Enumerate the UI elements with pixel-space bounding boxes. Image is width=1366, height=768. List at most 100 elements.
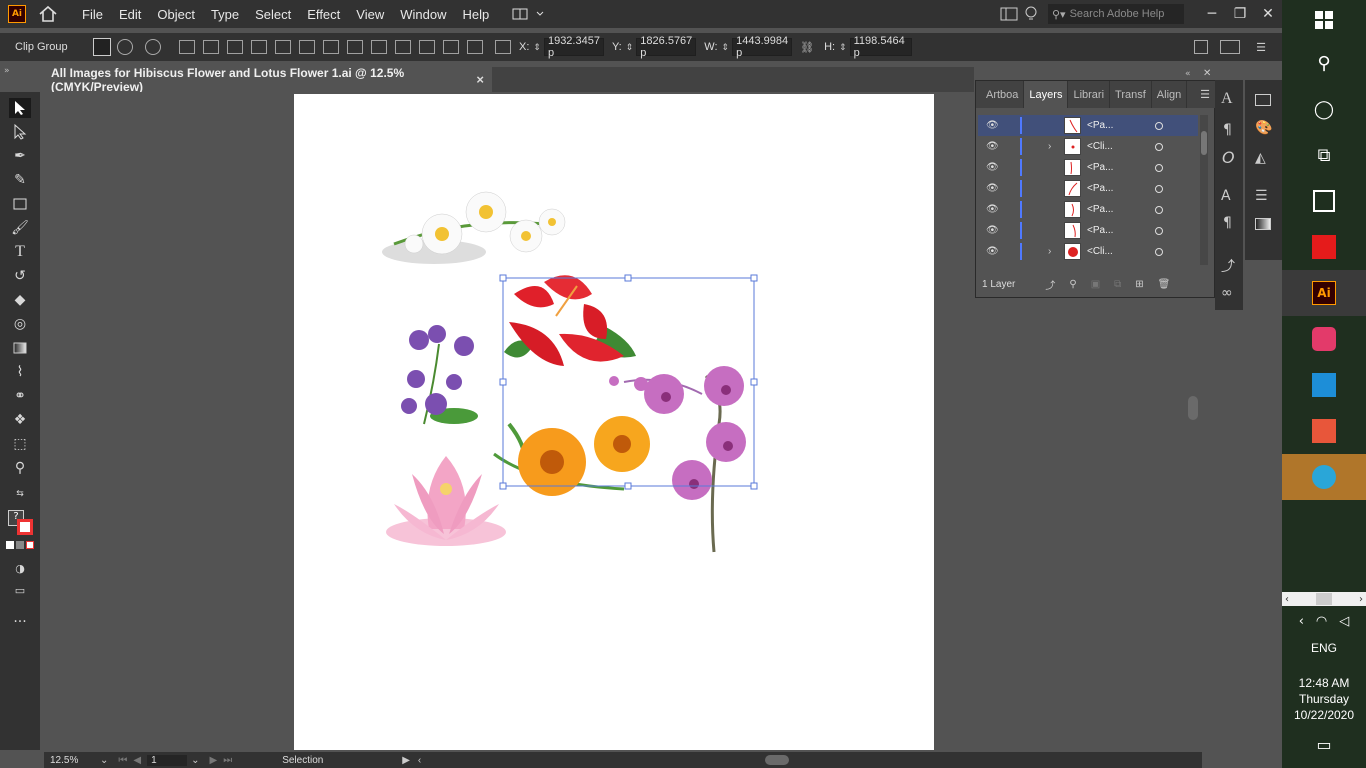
fill-stroke-swatch[interactable]: ? <box>8 510 34 536</box>
video-app-icon[interactable] <box>1282 224 1366 270</box>
close-tab-button[interactable]: × <box>476 72 484 87</box>
horizontal-scrollbar[interactable] <box>431 754 1192 766</box>
next-artboard-icon[interactable]: ▶ <box>209 755 217 766</box>
panel-collapse-icon[interactable]: « <box>1185 69 1191 79</box>
target-circle-icon[interactable] <box>1155 142 1163 151</box>
zoom-dropdown-icon[interactable]: ⌄ <box>100 755 108 766</box>
edit-clip-icon[interactable] <box>93 38 111 56</box>
clipping-mask-icon[interactable]: ▣ <box>1091 279 1100 290</box>
swap-fill-stroke-icon[interactable]: ⇆ <box>9 484 31 504</box>
tab-libraries[interactable]: Librari <box>1068 81 1111 108</box>
distribute-left-icon[interactable] <box>419 40 435 54</box>
symbol-sprayer-tool-icon[interactable]: ❖ <box>9 410 31 430</box>
layers-scrollbar[interactable] <box>1200 115 1208 265</box>
target-circle-icon[interactable] <box>1155 226 1163 235</box>
blend-tool-icon[interactable]: ⚭ <box>9 386 31 406</box>
align-vcenter-icon[interactable] <box>299 40 315 54</box>
expand-chevron-icon[interactable]: › <box>1048 246 1060 257</box>
target-circle-icon[interactable] <box>1155 184 1163 193</box>
delete-layer-icon[interactable]: 🗑 <box>1158 279 1171 290</box>
edit-contents-icon[interactable] <box>117 39 133 55</box>
rotate-tool-icon[interactable]: ↺ <box>9 266 31 286</box>
home-icon[interactable] <box>38 5 58 23</box>
color-mode-buttons[interactable] <box>6 541 34 551</box>
reference-point-icon[interactable] <box>495 40 511 54</box>
warp-tool-icon[interactable]: ◎ <box>9 314 31 334</box>
distribute-right-icon[interactable] <box>467 40 483 54</box>
new-layer-icon[interactable]: ⊞ <box>1135 279 1143 290</box>
selection-tool-icon[interactable] <box>9 98 31 118</box>
x-field[interactable]: 1932.3457 p <box>543 35 604 59</box>
visibility-eye-icon[interactable]: 👁 <box>986 141 1000 152</box>
h-stepper-icon[interactable]: ⇕ <box>839 42 847 53</box>
y-field[interactable]: 1826.5767 p <box>636 35 697 59</box>
target-circle-icon[interactable] <box>1155 247 1163 256</box>
zoom-tool-icon[interactable]: ⚲ <box>9 458 31 478</box>
visibility-eye-icon[interactable]: 👁 <box>986 225 1000 236</box>
pen-tool-icon[interactable]: ✒ <box>9 146 31 166</box>
asset-export-icon[interactable]: ⤴ <box>1221 256 1235 276</box>
stroke-panel-icon[interactable]: ☰ <box>1255 188 1268 204</box>
rectangle-tool-icon[interactable] <box>9 194 31 214</box>
search-icon[interactable]: ⚲ <box>1282 40 1366 86</box>
align-right-icon[interactable] <box>251 40 267 54</box>
more-tools-icon[interactable]: ··· <box>9 612 31 632</box>
x-stepper-icon[interactable]: ⇕ <box>533 42 541 53</box>
layer-row[interactable]: 👁 <Pa... <box>978 199 1198 220</box>
distribute-bottom-icon[interactable] <box>395 40 411 54</box>
last-artboard-icon[interactable]: ⏭ <box>223 755 232 766</box>
visibility-eye-icon[interactable]: 👁 <box>986 183 1000 194</box>
daisy-bouquet-image[interactable] <box>382 191 566 264</box>
align-hcenter-icon[interactable] <box>227 40 243 54</box>
lotus-flower-image[interactable] <box>386 456 506 546</box>
direct-selection-tool-icon[interactable] <box>9 122 31 142</box>
gradient-tool-icon[interactable] <box>9 338 31 358</box>
target-circle-icon[interactable] <box>1155 205 1163 214</box>
control-menu-icon[interactable]: ☰ <box>1256 41 1266 54</box>
volume-icon[interactable]: ◁ <box>1339 614 1349 629</box>
arrange-documents-icon[interactable] <box>1000 7 1024 21</box>
close-window-button[interactable]: ✕ <box>1254 6 1282 22</box>
locate-object-icon[interactable]: ⚲ <box>1069 279 1076 290</box>
hibiscus-flower-image[interactable] <box>504 275 636 366</box>
menu-effect[interactable]: Effect <box>299 7 348 22</box>
menu-object[interactable]: Object <box>149 7 203 22</box>
affinity-designer-icon[interactable] <box>1282 362 1366 408</box>
tab-layers[interactable]: Layers <box>1024 81 1069 108</box>
edge-browser-icon[interactable] <box>1282 454 1366 500</box>
visibility-eye-icon[interactable]: 👁 <box>986 120 1000 131</box>
visibility-eye-icon[interactable]: 👁 <box>986 204 1000 215</box>
scroll-left-icon[interactable]: ‹ <box>418 755 421 766</box>
screen-mode-icon[interactable]: ▭ <box>9 580 31 600</box>
layer-row[interactable]: 👁 <Pa... <box>978 157 1198 178</box>
tab-align[interactable]: Align <box>1152 81 1188 108</box>
type-options-icon[interactable]: A <box>1221 188 1231 204</box>
menu-type[interactable]: Type <box>203 7 247 22</box>
menu-help[interactable]: Help <box>454 7 497 22</box>
artwork[interactable] <box>294 94 934 750</box>
eyedropper-tool-icon[interactable]: ⌇ <box>9 362 31 382</box>
paragraph-styles-icon[interactable]: ¶ <box>1223 215 1232 231</box>
windows-start-icon[interactable] <box>1282 0 1366 40</box>
search-help-field[interactable]: ⚲▾ Search Adobe Help <box>1048 4 1184 24</box>
snipping-tool-icon[interactable] <box>1282 178 1366 224</box>
gradient-panel-icon[interactable] <box>1255 218 1271 230</box>
color-panel-icon[interactable]: 🎨 <box>1255 120 1272 136</box>
align-left-icon[interactable] <box>203 40 219 54</box>
tray-scroll-left-icon[interactable]: ‹ <box>1285 594 1289 605</box>
document-tab[interactable]: All Images for Hibiscus Flower and Lotus… <box>44 66 492 94</box>
appearance-panel-icon[interactable]: ◭ <box>1255 150 1266 166</box>
notifications-icon[interactable]: ▭ <box>1316 735 1331 754</box>
layer-row[interactable]: 👁 › <Cli... <box>978 136 1198 157</box>
restore-button[interactable]: ❐ <box>1226 6 1254 22</box>
creative-cloud-icon[interactable] <box>1282 316 1366 362</box>
panel-close-icon[interactable]: ✕ <box>1203 68 1211 79</box>
status-menu-arrow-icon[interactable]: ▶ <box>402 755 410 766</box>
paragraph-panel-icon[interactable]: ¶ <box>1223 122 1232 138</box>
distribute-vcenter-icon[interactable] <box>371 40 387 54</box>
recolor-icon[interactable] <box>145 39 161 55</box>
h-field[interactable]: 1198.5464 p <box>849 35 912 59</box>
distribute-hcenter-icon[interactable] <box>443 40 459 54</box>
character-panel-icon[interactable]: A <box>1221 90 1233 108</box>
tab-transform[interactable]: Transf <box>1110 81 1152 108</box>
